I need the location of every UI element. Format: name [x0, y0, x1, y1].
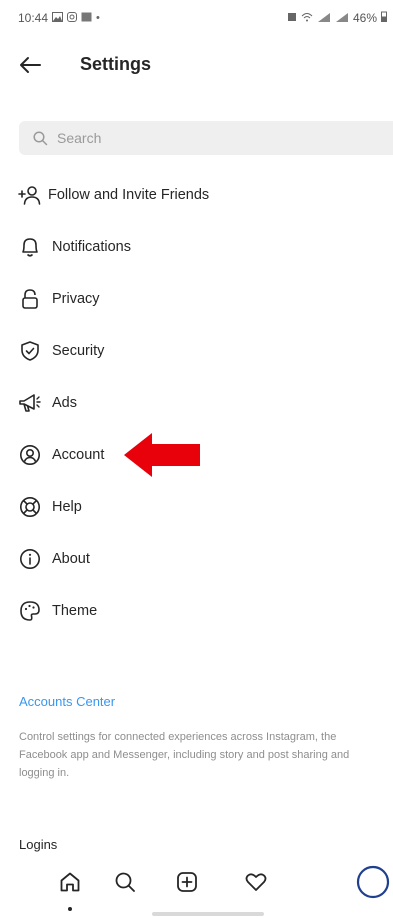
arrow-left-icon — [19, 56, 41, 79]
search-input[interactable] — [57, 130, 357, 146]
info-icon — [18, 547, 42, 571]
instagram-icon — [67, 11, 78, 25]
nav-search-button[interactable] — [105, 864, 145, 904]
nav-new-post-button[interactable] — [167, 864, 207, 904]
lock-icon — [18, 287, 42, 311]
activity-heart-icon — [245, 872, 267, 897]
red-arrow-icon — [124, 433, 200, 477]
image-icon — [81, 12, 92, 25]
wifi-icon — [301, 12, 313, 25]
menu-item-label: Ads — [52, 395, 77, 411]
person-circle-icon — [18, 443, 42, 467]
add-person-icon — [18, 183, 42, 207]
search-bar[interactable] — [19, 121, 393, 155]
nav-profile-button[interactable] — [353, 864, 393, 904]
settings-screen: 10:44 • 46% Settings Search Follow and I… — [0, 0, 393, 918]
header: Settings — [0, 50, 393, 84]
menu-item-account[interactable]: Account — [18, 438, 104, 472]
menu-item-label: About — [52, 551, 90, 567]
new-post-icon — [176, 871, 198, 898]
signal-icon — [317, 12, 331, 25]
menu-item-ads[interactable]: Ads — [18, 386, 77, 420]
status-left: 10:44 • — [18, 11, 100, 25]
menu-item-about[interactable]: About — [18, 542, 90, 576]
search-icon — [114, 871, 136, 898]
lifebuoy-icon — [18, 495, 42, 519]
back-button[interactable] — [12, 50, 48, 84]
logins-section-title: Logins — [19, 837, 58, 852]
menu-item-label: Theme — [52, 603, 98, 619]
menu-item-help[interactable]: Help — [18, 490, 82, 524]
menu-item-privacy[interactable]: Privacy — [18, 282, 100, 316]
palette-icon — [18, 599, 42, 623]
menu-item-label: Privacy — [52, 291, 100, 307]
menu-item-label: Account — [52, 447, 105, 463]
accounts-center-link[interactable]: Accounts Center — [19, 694, 115, 709]
nav-home-button[interactable] — [50, 864, 90, 904]
gesture-bar — [152, 912, 264, 916]
bell-icon — [18, 235, 42, 259]
active-indicator-dot — [68, 907, 72, 911]
menu-item-label: Follow and Invite Friends — [48, 187, 210, 203]
notification-dot-icon: • — [96, 12, 100, 24]
menu-item-label: Help — [52, 499, 82, 515]
menu-item-notifications[interactable]: Notifications — [18, 230, 131, 264]
status-time: 10:44 — [18, 11, 49, 25]
page-title: Settings — [80, 54, 152, 74]
megaphone-icon — [18, 391, 42, 415]
search-icon — [31, 129, 49, 147]
battery-icon — [381, 11, 387, 25]
accounts-center-description: Control settings for connected experienc… — [19, 731, 350, 779]
shield-check-icon — [18, 339, 42, 363]
battery-level: 46% — [352, 11, 377, 25]
menu-item-label: Notifications — [52, 239, 131, 255]
signal-icon — [335, 12, 349, 25]
profile-avatar — [356, 865, 390, 904]
bottom-navigation — [0, 862, 393, 918]
gallery-icon — [52, 11, 64, 25]
menu-item-label: Security — [52, 343, 105, 359]
menu-item-follow-invite-friends[interactable]: Follow and Invite Friends — [18, 178, 209, 212]
menu-item-theme[interactable]: Theme — [18, 594, 97, 628]
status-right: 46% — [287, 11, 387, 25]
status-bar: 10:44 • 46% — [18, 8, 387, 28]
silent-icon — [287, 12, 297, 25]
nav-activity-button[interactable] — [236, 864, 276, 904]
home-icon — [59, 871, 81, 898]
menu-item-security[interactable]: Security — [18, 334, 104, 368]
